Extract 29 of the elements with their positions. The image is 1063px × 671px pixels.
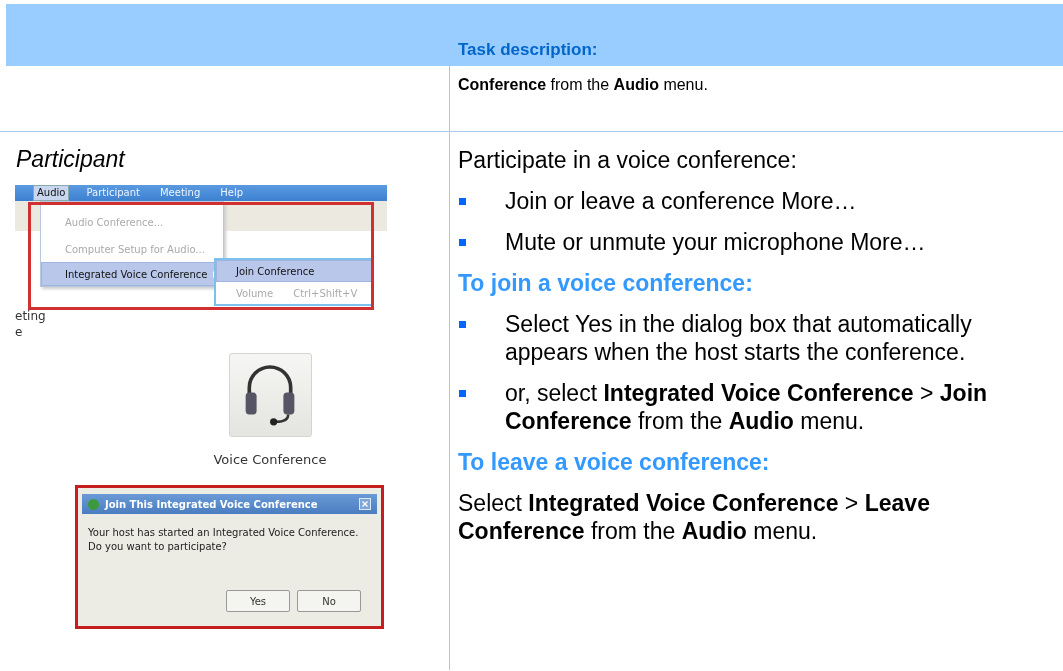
list-item: Select Yes in the dialog box that automatically appears when the host starts the conference. (505, 310, 973, 366)
header-title: Task description: (458, 40, 599, 61)
role-label: Participant (16, 146, 125, 173)
menu-bar-item[interactable]: Meeting (156, 186, 204, 200)
menu-bar-item[interactable]: Help (217, 186, 247, 200)
intro-text: Participate in a voice conference: (458, 146, 798, 174)
list-item: Join or leave a conference More… (505, 187, 857, 215)
section-heading: To join a voice conference: (458, 269, 754, 297)
cropped-text: eting (15, 309, 46, 323)
submenu-item[interactable]: Join Conference (216, 260, 372, 282)
paragraph: Select Integrated Voice Conference > Leave Conference from the Audio menu. (458, 489, 931, 545)
icon-caption: Voice Conference (213, 452, 327, 467)
bullet-icon (459, 321, 466, 328)
section-heading: To leave a voice conference: (458, 448, 771, 476)
list-item: or, select Integrated Voice Conference > Join Conference from the Audio menu. (505, 379, 989, 435)
close-icon[interactable] (359, 498, 371, 510)
list-item: Mute or unmute your microphone More… (505, 228, 926, 256)
dialog-message: Your host has started an Integrated Voice Conference. Do you want to participate? (87, 526, 360, 553)
menu-bar-item[interactable]: Audio (33, 185, 70, 201)
table-cell-text: Conference from the Audio menu. (458, 76, 709, 94)
bullet-icon (459, 198, 466, 205)
bullet-icon (459, 239, 466, 246)
dialog-button[interactable]: No (297, 590, 361, 612)
menu-bar-item[interactable]: Participant (83, 186, 143, 200)
globe-icon (88, 498, 99, 510)
cropped-text: e (15, 325, 24, 339)
dialog-title: Join This Integrated Voice Conference (105, 498, 319, 510)
bullet-icon (459, 390, 466, 397)
dialog-button[interactable]: Yes (226, 590, 290, 612)
